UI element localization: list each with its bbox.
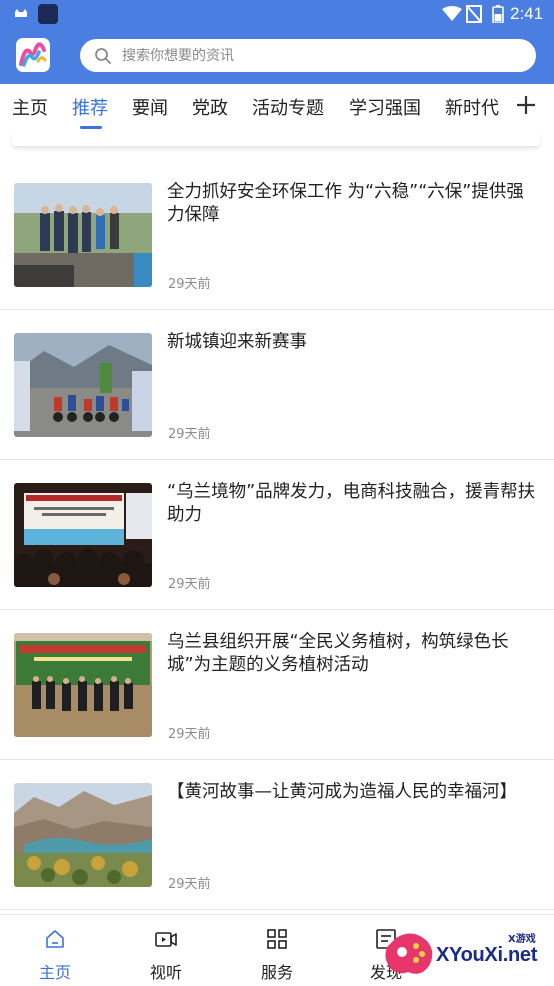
- grid-icon: [267, 929, 287, 949]
- search-input[interactable]: [122, 47, 502, 64]
- watermark-small-text: X游戏: [508, 934, 536, 945]
- news-title: 全力抓好安全环保工作 为“六稳”“六保”提供强力保障: [167, 182, 524, 225]
- news-title: “乌兰境物”品牌发力，电商科技融合，援青帮扶助力: [167, 482, 536, 525]
- search-icon: [95, 47, 111, 64]
- video-icon: [155, 932, 177, 947]
- watermark: X游戏 XYouXi.net: [380, 924, 550, 984]
- tab-xuexi[interactable]: 学习强国: [349, 94, 421, 120]
- news-thumbnail: [14, 783, 152, 887]
- battery-icon: [492, 5, 504, 23]
- nav-video[interactable]: 视听: [136, 929, 196, 983]
- nav-services-label: 服务: [260, 963, 293, 982]
- gamepad-logo-icon: [385, 933, 433, 974]
- news-item[interactable]: 乌兰县组织开展“全民义务植树，构筑绿色长城”为主题的义务植树活动 29天前: [0, 610, 554, 760]
- nav-services[interactable]: 服务: [247, 929, 307, 983]
- status-time: 2:41: [510, 4, 544, 23]
- news-item[interactable]: “乌兰境物”品牌发力，电商科技融合，援青帮扶助力 29天前: [0, 460, 554, 610]
- add-tab-icon[interactable]: [515, 94, 537, 116]
- news-thumbnail: [14, 483, 152, 587]
- news-time: 29天前: [168, 577, 211, 592]
- app-notification-icon: [38, 4, 58, 24]
- status-bar: 2:41: [0, 0, 554, 28]
- news-thumbnail: [14, 633, 152, 737]
- home-icon: [46, 930, 64, 948]
- app-logo-icon: [19, 42, 47, 67]
- no-signal-icon: [466, 5, 482, 23]
- tab-new-era[interactable]: 新时代: [445, 94, 499, 120]
- news-thumbnail: [14, 333, 152, 437]
- news-title: 新城镇迎来新赛事: [167, 332, 307, 352]
- tab-party-gov[interactable]: 党政: [192, 94, 228, 120]
- tab-home[interactable]: 主页: [12, 94, 48, 120]
- news-title: 乌兰县组织开展“全民义务植树，构筑绿色长城”为主题的义务植树活动: [167, 632, 509, 675]
- tab-news[interactable]: 要闻: [132, 94, 168, 120]
- news-title: 【黄河故事—让黄河成为造福人民的幸福河】: [167, 782, 517, 802]
- news-thumbnail: [14, 183, 152, 287]
- nav-video-label: 视听: [149, 963, 182, 982]
- news-time: 29天前: [168, 877, 211, 892]
- active-tab-indicator: [80, 126, 102, 129]
- nav-home[interactable]: 主页: [25, 929, 85, 983]
- app-header: 2:41: [0, 0, 554, 84]
- news-time: 29天前: [168, 427, 211, 442]
- search-bar[interactable]: [80, 39, 536, 72]
- tab-activities[interactable]: 活动专题: [252, 94, 324, 120]
- wifi-icon: [442, 6, 462, 21]
- cat-notification-icon: [15, 9, 27, 17]
- news-item[interactable]: 新城镇迎来新赛事 29天前: [0, 310, 554, 460]
- news-item[interactable]: 全力抓好安全环保工作 为“六稳”“六保”提供强力保障 29天前: [0, 160, 554, 310]
- category-tabs: 主页 推荐 要闻 党政 活动专题 学习强国 新时代: [0, 84, 554, 132]
- news-time: 29天前: [168, 277, 211, 292]
- tab-recommend[interactable]: 推荐: [72, 94, 108, 120]
- watermark-text: XYouXi.net: [436, 944, 538, 966]
- carousel-edge: [12, 132, 540, 146]
- news-item[interactable]: 【黄河故事—让黄河成为造福人民的幸福河】 29天前: [0, 760, 554, 910]
- news-time: 29天前: [168, 727, 211, 742]
- nav-home-label: 主页: [38, 963, 71, 982]
- app-logo[interactable]: [16, 38, 50, 72]
